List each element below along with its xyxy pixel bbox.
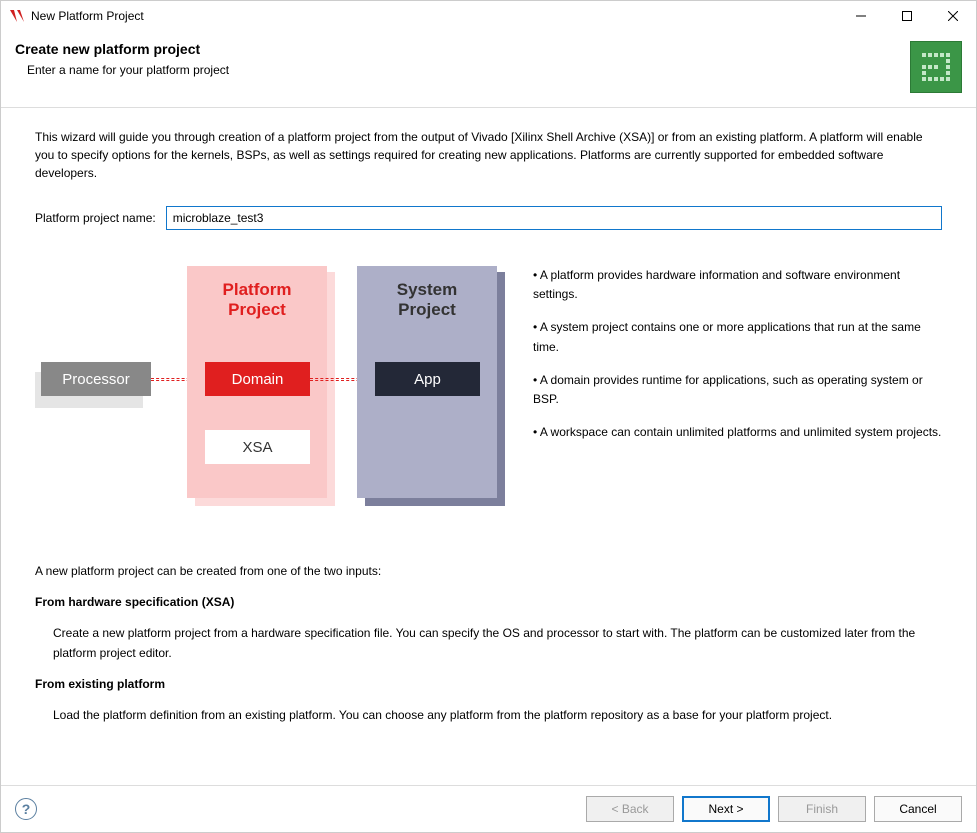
- app-block: App: [375, 362, 480, 396]
- architecture-diagram: Processor Platform Project Domain XSA Sy…: [35, 266, 505, 506]
- domain-block: Domain: [205, 362, 310, 396]
- page-title: Create new platform project: [15, 41, 229, 57]
- page-subtitle: Enter a name for your platform project: [27, 63, 229, 77]
- project-name-label: Platform project name:: [35, 211, 156, 225]
- maximize-button[interactable]: [884, 1, 930, 31]
- xsa-heading: From hardware specification (XSA): [35, 593, 942, 612]
- close-button[interactable]: [930, 1, 976, 31]
- xsa-body: Create a new platform project from a har…: [53, 624, 942, 662]
- xsa-block: XSA: [205, 430, 310, 464]
- wizard-footer: ? < Back Next > Finish Cancel: [1, 785, 976, 832]
- bullet-item: • A platform provides hardware informati…: [533, 266, 942, 304]
- back-button: < Back: [586, 796, 674, 822]
- bullet-item: • A domain provides runtime for applicat…: [533, 371, 942, 409]
- bullet-item: • A system project contains one or more …: [533, 318, 942, 356]
- finish-button: Finish: [778, 796, 866, 822]
- project-name-input[interactable]: [166, 206, 942, 230]
- help-icon[interactable]: ?: [15, 798, 37, 820]
- inputs-intro: A new platform project can be created fr…: [35, 562, 942, 581]
- next-button[interactable]: Next >: [682, 796, 770, 822]
- wizard-icon: [910, 41, 962, 93]
- wizard-header: Create new platform project Enter a name…: [1, 31, 976, 108]
- bullet-list: • A platform provides hardware informati…: [533, 266, 942, 506]
- app-icon: [9, 8, 25, 24]
- existing-heading: From existing platform: [35, 675, 942, 694]
- processor-block: Processor: [41, 362, 151, 396]
- bullet-item: • A workspace can contain unlimited plat…: [533, 423, 942, 442]
- input-description: A new platform project can be created fr…: [35, 562, 942, 725]
- minimize-button[interactable]: [838, 1, 884, 31]
- titlebar[interactable]: New Platform Project: [1, 1, 976, 31]
- existing-body: Load the platform definition from an exi…: [53, 706, 942, 725]
- intro-text: This wizard will guide you through creat…: [35, 128, 942, 182]
- wizard-content: This wizard will guide you through creat…: [1, 108, 976, 785]
- cancel-button[interactable]: Cancel: [874, 796, 962, 822]
- window-title: New Platform Project: [31, 9, 838, 23]
